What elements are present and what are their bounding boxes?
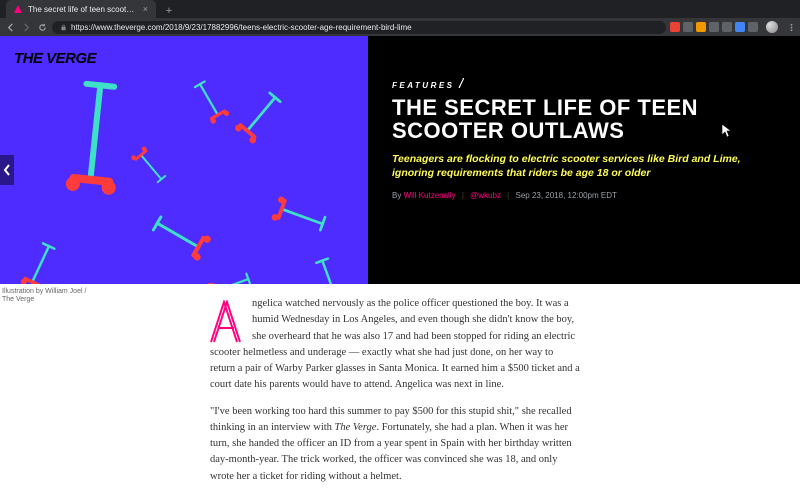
extension-icon[interactable] [670,22,680,32]
scooter-icon [145,205,215,266]
browser-chrome: The secret life of teen scooter … × + ht… [0,0,800,36]
kicker[interactable]: FEATURES [392,78,776,90]
browser-tab[interactable]: The secret life of teen scooter … × [6,0,156,18]
paragraph-text: ngelica watched nervously as the police … [210,298,580,390]
byline: By Will Kutzenally | @wkubz | Sep 23, 20… [392,191,776,200]
secure-lock-icon [60,24,67,31]
profile-avatar[interactable] [766,21,778,33]
extension-icon[interactable] [696,22,706,32]
address-bar[interactable]: https://www.theverge.com/2018/9/23/17882… [52,21,666,34]
byline-timestamp: Sep 23, 2018, 12:00pm EDT [515,191,616,200]
article-body: ngelica watched nervously as the police … [210,296,580,495]
publication-name: The Verge [335,422,377,433]
dropcap-icon [210,300,244,344]
scooter-icon [230,84,291,147]
article-headline: THE SECRET LIFE OF TEEN SCOOTER OUTLAWS [392,96,776,142]
new-tab-button[interactable]: + [162,4,176,18]
article-paragraph: "I've been working too hard this summer … [210,404,580,485]
hero-illustration: THE VERGE [0,36,368,284]
byline-handle[interactable]: @wkubz [470,191,501,200]
back-button[interactable] [4,21,16,33]
scooter-icon [54,73,136,200]
byline-author[interactable]: Will Kutzenally [404,191,456,200]
tab-favicon-icon [14,5,22,13]
tab-close-icon[interactable]: × [143,4,148,14]
byline-by: By [392,191,401,200]
hero-text-panel: FEATURES THE SECRET LIFE OF TEEN SCOOTER… [368,36,800,284]
gallery-prev-icon[interactable] [0,155,14,185]
extension-icons [670,22,758,32]
extension-icon[interactable] [748,22,758,32]
extension-icon[interactable] [735,22,745,32]
page-content: THE VERGE [0,36,800,500]
extension-icon[interactable] [683,22,693,32]
scooter-icon [307,252,352,284]
cursor-icon [722,124,732,141]
tab-strip: The secret life of teen scooter … × + [0,0,800,18]
article-deck: Teenagers are flocking to electric scoot… [392,152,772,180]
reload-button[interactable] [36,21,48,33]
kebab-menu-icon[interactable] [786,22,796,32]
url-text: https://www.theverge.com/2018/9/23/17882… [71,23,412,32]
extension-icon[interactable] [709,22,719,32]
extension-icon[interactable] [722,22,732,32]
hero: THE VERGE [0,36,800,284]
scooter-icon [204,266,256,284]
browser-toolbar: https://www.theverge.com/2018/9/23/17882… [0,18,800,36]
site-logo[interactable]: THE VERGE [14,50,96,67]
kicker-label: FEATURES [392,78,465,90]
scooter-icon [128,143,172,189]
scooter-icon [269,191,332,241]
image-caption: Illustration by William Joel / The Verge [0,284,100,305]
scooter-icon [187,75,233,127]
article-paragraph: ngelica watched nervously as the police … [210,296,580,394]
forward-button[interactable] [20,21,32,33]
tab-title: The secret life of teen scooter … [28,5,137,14]
scooter-icon [16,237,64,284]
